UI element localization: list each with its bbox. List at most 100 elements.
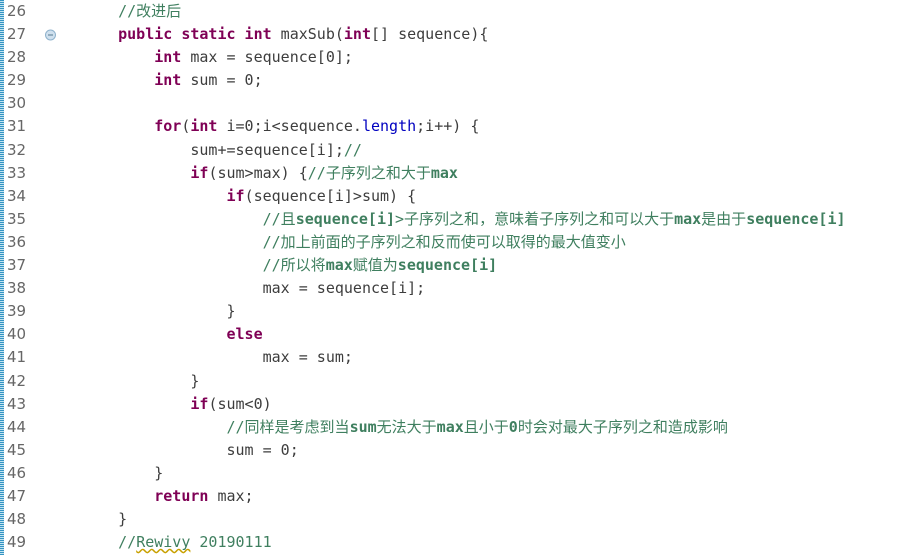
code-token: sum [349, 417, 377, 436]
line-number: 31 [7, 117, 27, 136]
gutter-row[interactable]: 41 [4, 346, 78, 369]
code-token: int [154, 71, 182, 90]
code-token: //子序列之和大于 [307, 163, 431, 182]
gutter-row[interactable]: 27 [4, 23, 78, 46]
code-token: //改进后 [118, 2, 182, 20]
code-line[interactable]: //同样是考虑到当sum无法大于max且小于0时会对最大子序列之和造成影响 [78, 416, 904, 439]
code-token: sum+=sequence[i]; [82, 140, 344, 159]
line-number: 44 [7, 417, 27, 436]
line-number: 36 [7, 232, 27, 251]
code-text-area[interactable]: //改进后 public static int maxSub(int[] seq… [78, 0, 904, 555]
code-line[interactable]: //改进后 [78, 0, 904, 23]
code-token: (sequence[i]>sum) { [244, 186, 417, 205]
code-line[interactable]: max = sum; [78, 346, 904, 369]
gutter-row[interactable]: 43 [4, 393, 78, 416]
collapse-minus-icon[interactable] [45, 29, 56, 41]
code-token: sequence[i] [746, 209, 846, 228]
code-line[interactable]: public static int maxSub(int[] sequence)… [78, 23, 904, 46]
code-line[interactable]: } [78, 300, 904, 323]
code-line[interactable]: else [78, 323, 904, 346]
code-token: } [82, 510, 128, 529]
code-line[interactable]: return max; [78, 485, 904, 508]
line-number: 28 [7, 48, 27, 67]
code-line[interactable]: } [78, 508, 904, 531]
line-number: 30 [7, 94, 27, 113]
gutter-row[interactable]: 46 [4, 462, 78, 485]
code-line[interactable]: int sum = 0; [78, 69, 904, 92]
code-line[interactable]: sum+=sequence[i];// [78, 139, 904, 162]
gutter-row[interactable]: 42 [4, 370, 78, 393]
gutter-row[interactable]: 37 [4, 254, 78, 277]
code-token: for [154, 117, 182, 136]
code-token: 且小于 [463, 417, 509, 436]
code-line[interactable]: if(sum>max) {//子序列之和大于max [78, 162, 904, 185]
line-number: 38 [7, 279, 27, 298]
line-number: 34 [7, 186, 27, 205]
code-token: // [343, 140, 362, 159]
gutter-row[interactable]: 49 [4, 531, 78, 554]
code-token: sequence[i] [295, 209, 396, 228]
code-line[interactable]: //Rewivy 20190111 [78, 531, 904, 554]
code-token: int [343, 25, 371, 44]
gutter-row[interactable]: 39 [4, 300, 78, 323]
code-line[interactable]: //加上前面的子序列之和反而使可以取得的最大值变小 [78, 231, 904, 254]
gutter-row[interactable]: 32 [4, 139, 78, 162]
line-number: 32 [7, 140, 27, 159]
line-number: 40 [7, 325, 27, 344]
gutter-row[interactable]: 38 [4, 277, 78, 300]
code-line[interactable]: //且sequence[i]>子序列之和，意味着子序列之和可以大于max是由于s… [78, 208, 904, 231]
line-number: 37 [7, 256, 27, 275]
gutter-row[interactable]: 30 [4, 92, 78, 115]
code-token: 赋值为 [352, 256, 398, 275]
code-editor[interactable]: 26 27 28 29 30 31 32 33 34 35 36 37 38 39 40 41 42 43 44 45… [0, 0, 904, 555]
gutter-row[interactable]: 34 [4, 185, 78, 208]
line-number: 43 [7, 394, 27, 413]
code-token: sequence[i] [397, 256, 498, 275]
gutter-row[interactable]: 44 [4, 416, 78, 439]
code-token: i=0;i<sequence. [217, 117, 362, 136]
gutter-row[interactable]: 45 [4, 439, 78, 462]
code-token: (sum<0) [208, 394, 272, 413]
code-token: sum = 0; [82, 440, 299, 459]
code-line[interactable]: } [78, 462, 904, 485]
code-token: sum = 0; [181, 71, 263, 90]
code-line[interactable]: } [78, 370, 904, 393]
code-line[interactable]: //所以将max赋值为sequence[i] [78, 254, 904, 277]
gutter-row[interactable]: 48 [4, 508, 78, 531]
code-token: max = sum; [82, 348, 353, 367]
code-line[interactable]: for(int i=0;i<sequence.length;i++) { [78, 115, 904, 138]
code-token: 20190111 [190, 533, 272, 552]
gutter-row[interactable]: 29 [4, 69, 78, 92]
code-token: } [82, 302, 236, 321]
line-number: 27 [7, 25, 27, 44]
code-line[interactable]: max = sequence[i]; [78, 277, 904, 300]
code-token: Rewivy [136, 533, 191, 552]
code-line[interactable]: int max = sequence[0]; [78, 46, 904, 69]
gutter-row[interactable]: 28 [4, 46, 78, 69]
gutter-row[interactable]: 26 [4, 0, 78, 23]
line-number-gutter[interactable]: 26 27 28 29 30 31 32 33 34 35 36 37 38 39 40 41 42 43 44 45… [4, 0, 78, 555]
code-token: //同样是考虑到当 [226, 417, 350, 436]
gutter-row[interactable]: 31 [4, 115, 78, 138]
gutter-row[interactable]: 35 [4, 208, 78, 231]
gutter-row[interactable]: 47 [4, 485, 78, 508]
gutter-row[interactable]: 40 [4, 323, 78, 346]
line-number: 46 [7, 463, 27, 482]
code-token: } [82, 463, 164, 482]
code-line[interactable]: if(sum<0) [78, 393, 904, 416]
code-token: (sum>max) { [208, 163, 308, 182]
line-number: 42 [7, 371, 27, 390]
code-token: if [190, 163, 209, 182]
line-number: 35 [7, 209, 27, 228]
code-line[interactable] [78, 92, 904, 115]
gutter-row[interactable]: 36 [4, 231, 78, 254]
gutter-row[interactable]: 33 [4, 162, 78, 185]
code-line[interactable]: sum = 0; [78, 439, 904, 462]
code-line[interactable]: if(sequence[i]>sum) { [78, 185, 904, 208]
